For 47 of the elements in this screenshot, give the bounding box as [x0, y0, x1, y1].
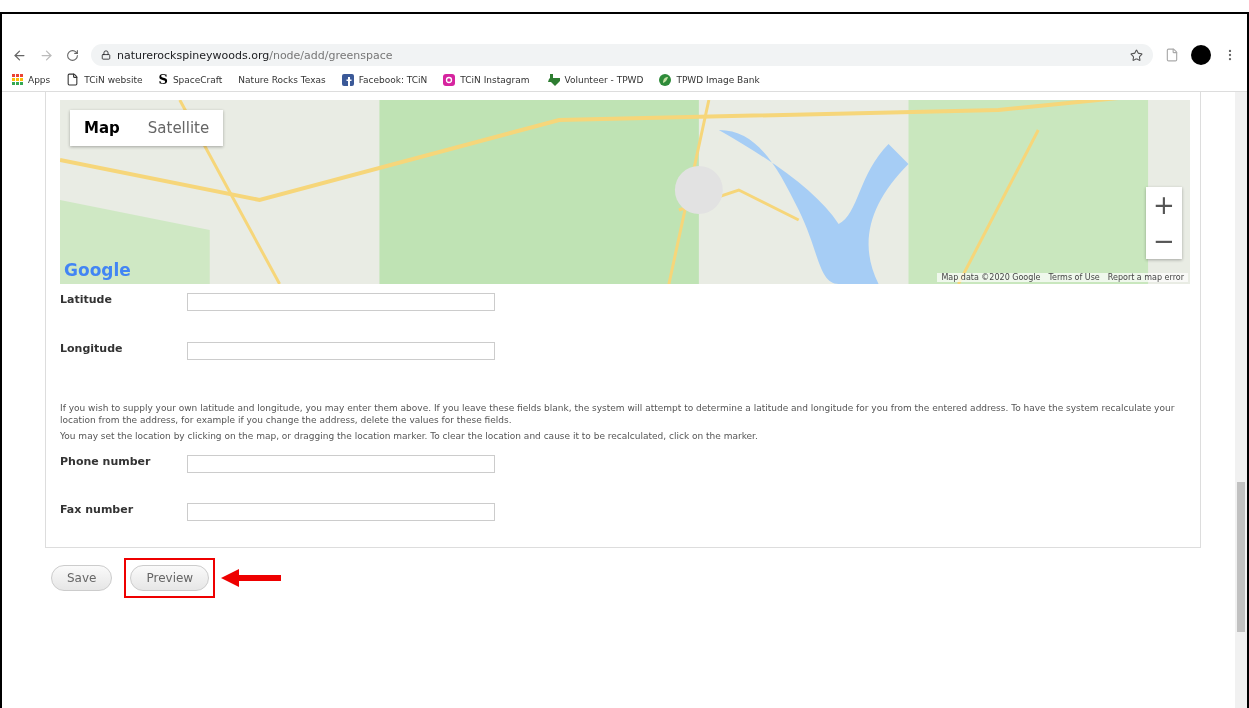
input-field[interactable] [187, 503, 495, 521]
profile-avatar[interactable] [1191, 45, 1211, 65]
lock-icon [101, 50, 111, 60]
bookmark-link[interactable]: Facebook: TCiN [341, 73, 428, 86]
star-icon[interactable] [1130, 48, 1143, 62]
bookmark-link[interactable]: TCiN Instagram [443, 73, 530, 86]
field-label: Fax number [60, 503, 135, 516]
texas-icon [545, 73, 560, 86]
zoom-out-button[interactable]: − [1146, 223, 1182, 259]
input-field[interactable] [187, 342, 495, 360]
input-field[interactable] [187, 293, 495, 311]
url-text: naturerockspineywoods.org/node/add/greenspace [117, 48, 393, 62]
bookmark-link[interactable]: TPWD Image Bank [659, 73, 760, 86]
input-field[interactable] [187, 455, 495, 473]
page-icon [66, 73, 80, 86]
scrollbar[interactable] [1235, 92, 1247, 708]
form-button[interactable]: Preview [130, 565, 210, 591]
bookmark-logo: S [158, 72, 168, 87]
map-attribution-text[interactable]: Report a map error [1107, 273, 1184, 282]
leaf-icon [659, 73, 672, 86]
bookmark-link[interactable]: S SpaceCraft [158, 72, 223, 87]
reload-icon[interactable] [66, 48, 79, 62]
map-type-tab[interactable]: Satellite [133, 110, 224, 146]
map-type-tab[interactable]: Map [70, 110, 134, 146]
pointer-arrow-icon [221, 568, 282, 588]
form-button[interactable]: Save [51, 565, 113, 591]
map-attribution-text: Map data ©2020 Google [941, 273, 1041, 282]
bookmark-link[interactable]: Apps [12, 74, 51, 85]
document-icon[interactable] [1165, 48, 1179, 62]
bookmark-link[interactable]: Nature Rocks Texas [238, 74, 326, 85]
field-label: Phone number [60, 455, 152, 468]
back-icon[interactable] [12, 47, 27, 63]
bookmark-link[interactable]: TCiN website [66, 73, 143, 86]
camera-icon [443, 73, 456, 86]
address-bar[interactable]: naturerockspineywoods.org/node/add/greenspace [91, 44, 1153, 66]
apps-grid-icon [12, 74, 23, 85]
field-label: Longitude [60, 342, 124, 355]
field-label: Latitude [60, 293, 113, 306]
help-text: If you wish to supply your own latitude and longitude, you may enter them above. If you leave these fields blank, the system will attempt to determine a latitude and longitude for you from the entered address. To have the system recalculate your location from the address, for example if you change the address, delete the values for these fields. [60, 402, 1176, 426]
map-attribution-text[interactable]: Terms of Use [1048, 273, 1100, 282]
facebook-icon [341, 73, 354, 86]
zoom-in-button[interactable]: + [1146, 187, 1182, 223]
bookmark-link[interactable]: Volunteer - TPWD [545, 73, 644, 86]
map-logo: Google [64, 260, 131, 280]
help-text: You may set the location by clicking on the map, or dragging the location marker. To clear the location and cause it to be recalculated, click on the marker. [60, 430, 759, 442]
scroll-thumb[interactable] [1237, 482, 1245, 632]
forward-icon[interactable] [39, 47, 54, 63]
